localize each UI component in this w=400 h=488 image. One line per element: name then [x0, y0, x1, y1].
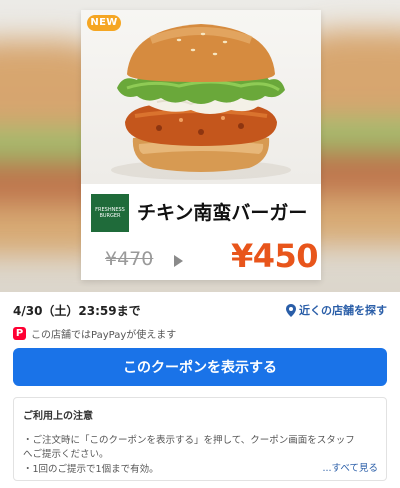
location-pin-icon — [286, 303, 296, 317]
chicken-burger-image — [111, 24, 291, 180]
paypay-availability: P この店舗ではPayPayが使えます — [13, 325, 176, 341]
paypay-icon: P — [13, 326, 26, 340]
find-nearby-store-label: 近くの店舗を探す — [299, 304, 387, 317]
show-coupon-button[interactable]: このクーポンを表示する — [13, 348, 387, 386]
coupon-info-row: 4/30（土）23:59まで 近くの店舗を探す — [0, 300, 400, 320]
expiry-date: 4/30（土）23:59まで — [13, 304, 141, 318]
usage-notes-title: ご利用上の注意 — [23, 411, 93, 422]
find-nearby-store-link[interactable]: 近くの店舗を探す — [286, 302, 387, 318]
coupon-hero: NEW FRESHNESS BURGER チキン南蛮バーガー ¥470 ¥450 — [0, 0, 400, 292]
usage-note-line: ・ご注文時に「このクーポンを表示する」を押して、クーポン画面をスタッフ — [23, 435, 355, 446]
usage-notes-box: ご利用上の注意 ・ご注文時に「このクーポンを表示する」を押して、クーポン画面をス… — [13, 397, 387, 481]
freshness-burger-logo: FRESHNESS BURGER — [91, 194, 129, 232]
coupon-card: NEW FRESHNESS BURGER チキン南蛮バーガー ¥470 ¥450 — [81, 10, 321, 280]
original-price: ¥470 — [105, 248, 154, 270]
sale-price: ¥450 — [231, 237, 319, 275]
usage-note-line: ・1回のご提示で1個まで有効。 — [23, 464, 159, 475]
see-all-link[interactable]: ...すべて見る — [322, 460, 378, 474]
usage-note-line: へご提示ください。 — [23, 449, 109, 460]
arrow-right-icon — [174, 255, 183, 267]
product-photo: NEW — [81, 10, 321, 184]
paypay-note: この店舗ではPayPayが使えます — [31, 329, 177, 341]
new-badge: NEW — [87, 15, 121, 31]
logo-text: FRESHNESS BURGER — [95, 207, 125, 219]
product-name: チキン南蛮バーガー — [137, 202, 308, 224]
